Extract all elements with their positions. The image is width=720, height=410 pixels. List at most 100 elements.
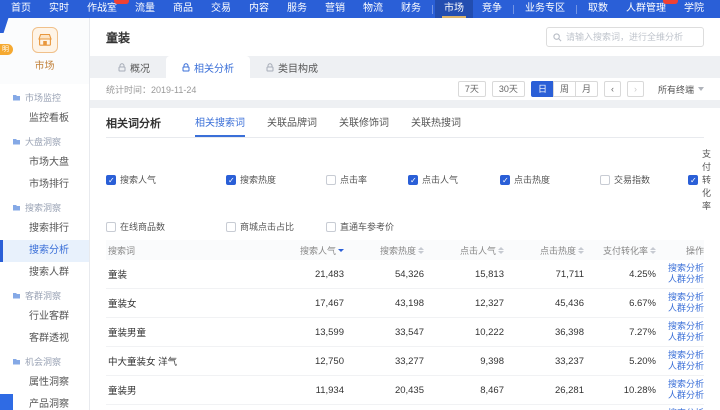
- nav-market[interactable]: 市场: [435, 0, 473, 18]
- keyword-cell[interactable]: 童装男童: [106, 325, 264, 339]
- sidebar-item-market-overview[interactable]: 市场大盘: [0, 152, 89, 174]
- col-search-popularity[interactable]: 搜索人气: [264, 244, 344, 257]
- nav-content[interactable]: 内容: [240, 0, 278, 18]
- folder-icon: [12, 203, 21, 212]
- nav-service[interactable]: 服务: [278, 0, 316, 18]
- keyword-search-box[interactable]: [546, 27, 704, 47]
- col-click-heat[interactable]: 点击热度: [504, 244, 584, 257]
- sidebar-module-market[interactable]: 市场: [0, 18, 89, 84]
- nav-realtime[interactable]: 实时: [40, 0, 78, 18]
- nav-logistics[interactable]: 物流: [354, 0, 392, 18]
- search-analysis-link[interactable]: 搜索分析: [656, 321, 704, 332]
- checkbox: [326, 175, 336, 185]
- nav-crowd-management[interactable]: 人群管理: [617, 0, 675, 18]
- crowd-analysis-link[interactable]: 人群分析: [656, 332, 704, 343]
- col-pay-conversion[interactable]: 支付转化率: [584, 244, 656, 257]
- floating-helper-button[interactable]: [0, 394, 13, 410]
- keyword-cell[interactable]: 中大童装女 洋气: [106, 354, 264, 368]
- col-click-popularity[interactable]: 点击人气: [424, 244, 504, 257]
- search-analysis-link[interactable]: 搜索分析: [656, 292, 704, 303]
- table-body: 童装 21,483 54,326 15,813 71,711 4.25% 搜索分…: [106, 260, 704, 410]
- day-button[interactable]: 日: [531, 81, 554, 97]
- crowd-analysis-link[interactable]: 人群分析: [656, 390, 704, 401]
- sidebar-item-product-insight[interactable]: 产品洞察: [0, 394, 89, 410]
- sidebar-item-customer-perspective[interactable]: 客群透视: [0, 328, 89, 350]
- keyword-cell[interactable]: 童装男: [106, 383, 264, 397]
- search-popularity-cell: 12,750: [264, 356, 344, 367]
- col-search-heat[interactable]: 搜索热度: [344, 244, 424, 257]
- filter-ztc-reference-price[interactable]: 直通车参考价: [326, 220, 408, 233]
- crowd-analysis-link[interactable]: 人群分析: [656, 303, 704, 314]
- week-button[interactable]: 周: [553, 81, 576, 97]
- month-button[interactable]: 月: [575, 81, 598, 97]
- sidebar-item-market-ranking[interactable]: 市场排行: [0, 174, 89, 196]
- sidebar-group-market-insight: 大盘洞察: [0, 130, 89, 152]
- col-label: 支付转化率: [603, 244, 648, 257]
- keyword-cell[interactable]: 童装女: [106, 296, 264, 310]
- range-30d-button[interactable]: 30天: [492, 81, 525, 97]
- nav-traffic[interactable]: 流量: [126, 0, 164, 18]
- filter-search-heat[interactable]: 搜索热度: [226, 147, 326, 212]
- search-analysis-link[interactable]: 搜索分析: [656, 379, 704, 390]
- tab-overview[interactable]: 概况: [102, 56, 166, 78]
- sidebar-item-search-ranking[interactable]: 搜索排行: [0, 218, 89, 240]
- sidebar-item-attribute-insight[interactable]: 属性洞察: [0, 372, 89, 394]
- search-analysis-link[interactable]: 搜索分析: [656, 263, 704, 274]
- floating-edge-badge[interactable]: 明: [0, 44, 13, 55]
- filter-click-heat[interactable]: 点击热度: [500, 147, 600, 212]
- click-heat-cell: 26,281: [504, 385, 584, 396]
- terminal-dropdown[interactable]: 所有终端: [658, 83, 704, 96]
- related-words-panel: 相关词分析 相关搜索词 关联品牌词 关联修饰词 关联热搜词 搜索人气 搜索热度 …: [90, 108, 720, 410]
- filter-search-popularity[interactable]: 搜索人气: [106, 147, 226, 212]
- filter-mall-click-share[interactable]: 商城点击占比: [226, 220, 326, 233]
- nav-marketing[interactable]: 营销: [316, 0, 354, 18]
- tab-related-brand-words[interactable]: 关联品牌词: [267, 108, 317, 137]
- search-input[interactable]: [566, 32, 697, 42]
- nav-war-room[interactable]: 作战室: [78, 0, 126, 18]
- filter-online-items[interactable]: 在线商品数: [106, 220, 226, 233]
- nav-competition[interactable]: 竞争: [473, 0, 511, 18]
- search-analysis-link[interactable]: 搜索分析: [656, 350, 704, 361]
- sidebar-item-industry-customers[interactable]: 行业客群: [0, 306, 89, 328]
- crowd-analysis-link[interactable]: 人群分析: [656, 361, 704, 372]
- nav-product[interactable]: 商品: [164, 0, 202, 18]
- next-date-button[interactable]: ›: [627, 81, 644, 97]
- sidebar: 明 市场 市场监控 监控看板 大盘洞察 市场大盘 市场排行 搜索洞察 搜索排行 …: [0, 18, 90, 410]
- sidebar-item-search-audience[interactable]: 搜索人群: [0, 262, 89, 284]
- sidebar-item-monitor-dashboard[interactable]: 监控看板: [0, 108, 89, 130]
- search-icon: [553, 33, 562, 42]
- nav-trade[interactable]: 交易: [202, 0, 240, 18]
- filter-click-popularity[interactable]: 点击人气: [408, 147, 500, 212]
- word-type-tabs: 相关搜索词 关联品牌词 关联修饰词 关联热搜词: [195, 108, 461, 137]
- nav-academy[interactable]: 学院: [675, 0, 713, 18]
- main-content: 童装 概况 相关分析 类目构成 统计时间：2019-11-24: [90, 18, 720, 410]
- tab-related-search-words[interactable]: 相关搜索词: [195, 108, 245, 137]
- module-label: 市场: [0, 57, 89, 72]
- tab-related-modifier-words[interactable]: 关联修饰词: [339, 108, 389, 137]
- search-popularity-cell: 11,934: [264, 385, 344, 396]
- filter-label: 点击率: [340, 173, 367, 186]
- nav-home[interactable]: 首页: [2, 0, 40, 18]
- prev-date-button[interactable]: ‹: [604, 81, 621, 97]
- keyword-cell[interactable]: 童装: [106, 267, 264, 281]
- nav-war-room-label: 作战室: [87, 3, 117, 14]
- range-7d-button[interactable]: 7天: [458, 81, 486, 97]
- filter-trade-index[interactable]: 交易指数: [600, 147, 688, 212]
- tab-related-hot-words[interactable]: 关联热搜词: [411, 108, 461, 137]
- nav-data-fetch[interactable]: 取数: [579, 0, 617, 18]
- click-popularity-cell: 8,467: [424, 385, 504, 396]
- click-heat-cell: 45,436: [504, 298, 584, 309]
- tab-related-analysis[interactable]: 相关分析: [166, 56, 250, 78]
- sidebar-menu: 市场监控 监控看板 大盘洞察 市场大盘 市场排行 搜索洞察 搜索排行 搜索分析 …: [0, 84, 89, 410]
- nav-finance[interactable]: 财务: [392, 0, 430, 18]
- click-popularity-cell: 12,327: [424, 298, 504, 309]
- search-popularity-cell: 21,483: [264, 269, 344, 280]
- folder-icon: [12, 357, 21, 366]
- filter-click-rate[interactable]: 点击率: [326, 147, 408, 212]
- col-label: 搜索热度: [380, 244, 416, 257]
- tab-category-composition[interactable]: 类目构成: [250, 56, 334, 78]
- nav-business-zone[interactable]: 业务专区: [516, 0, 574, 18]
- crowd-analysis-link[interactable]: 人群分析: [656, 274, 704, 285]
- sidebar-item-search-analysis[interactable]: 搜索分析: [0, 240, 89, 262]
- filter-pay-conversion[interactable]: 支付转化率: [688, 147, 711, 212]
